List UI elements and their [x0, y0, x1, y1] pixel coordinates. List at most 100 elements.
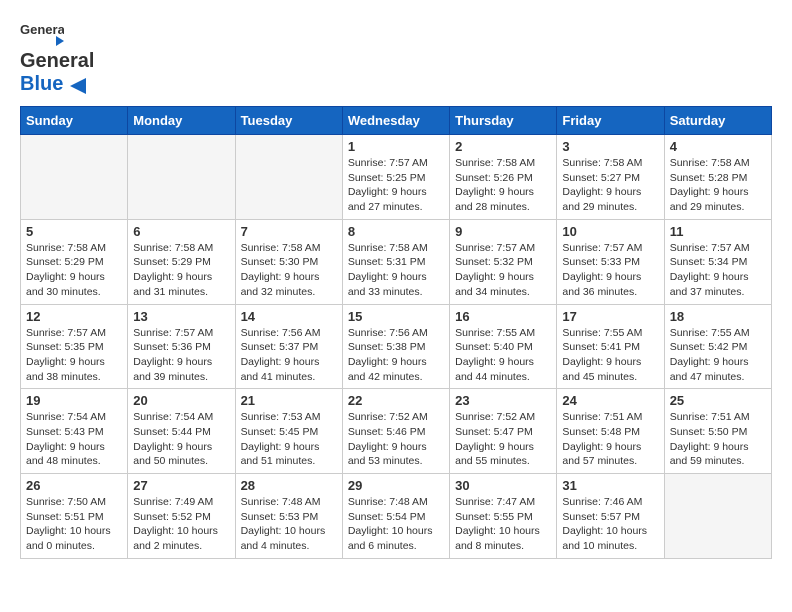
day-info: Sunrise: 7:58 AM Sunset: 5:31 PM Dayligh…	[348, 241, 444, 300]
logo-svg: General	[20, 20, 64, 50]
logo-blue: Blue	[20, 73, 63, 95]
day-number: 17	[562, 309, 658, 324]
calendar-cell: 31 Sunrise: 7:46 AM Sunset: 5:57 PM Dayli…	[557, 474, 664, 559]
day-info: Sunrise: 7:57 AM Sunset: 5:33 PM Dayligh…	[562, 241, 658, 300]
day-number: 20	[133, 393, 229, 408]
calendar-cell: 17 Sunrise: 7:55 AM Sunset: 5:41 PM Dayli…	[557, 304, 664, 389]
day-number: 18	[670, 309, 766, 324]
day-info: Sunrise: 7:51 AM Sunset: 5:50 PM Dayligh…	[670, 410, 766, 469]
day-number: 15	[348, 309, 444, 324]
day-info: Sunrise: 7:57 AM Sunset: 5:35 PM Dayligh…	[26, 326, 122, 385]
day-info: Sunrise: 7:55 AM Sunset: 5:41 PM Dayligh…	[562, 326, 658, 385]
day-of-week-header: Tuesday	[235, 107, 342, 135]
day-info: Sunrise: 7:58 AM Sunset: 5:26 PM Dayligh…	[455, 156, 551, 215]
day-number: 25	[670, 393, 766, 408]
calendar-cell: 10Sunrise: 7:57 AM Sunset: 5:33 PM Dayli…	[557, 219, 664, 304]
calendar-cell: 14Sunrise: 7:56 AM Sunset: 5:37 PM Dayli…	[235, 304, 342, 389]
day-info: Sunrise: 7:57 AM Sunset: 5:34 PM Dayligh…	[670, 241, 766, 300]
logo: General General Blue	[20, 20, 94, 96]
day-number: 1	[348, 139, 444, 154]
day-number: 28	[241, 478, 337, 493]
calendar-cell: 19 Sunrise: 7:54 AM Sunset: 5:43 PM Dayli…	[21, 389, 128, 474]
day-of-week-header: Sunday	[21, 107, 128, 135]
day-of-week-header: Wednesday	[342, 107, 449, 135]
calendar-table: SundayMondayTuesdayWednesdayThursdayFrid…	[20, 106, 772, 559]
calendar-cell: 29 Sunrise: 7:48 AM Sunset: 5:54 PM Dayli…	[342, 474, 449, 559]
calendar-cell: 6 Sunrise: 7:58 AM Sunset: 5:29 PM Daylig…	[128, 219, 235, 304]
day-number: 27	[133, 478, 229, 493]
calendar-cell: 23Sunrise: 7:52 AM Sunset: 5:47 PM Dayli…	[450, 389, 557, 474]
day-info: Sunrise: 7:50 AM Sunset: 5:51 PM Dayligh…	[26, 495, 122, 554]
calendar-cell: 21Sunrise: 7:53 AM Sunset: 5:45 PM Dayli…	[235, 389, 342, 474]
day-number: 9	[455, 224, 551, 239]
calendar-cell: 20Sunrise: 7:54 AM Sunset: 5:44 PM Dayli…	[128, 389, 235, 474]
day-number: 26	[26, 478, 122, 493]
day-number: 19	[26, 393, 122, 408]
calendar-cell: 15 Sunrise: 7:56 AM Sunset: 5:38 PM Dayli…	[342, 304, 449, 389]
day-info: Sunrise: 7:57 AM Sunset: 5:25 PM Dayligh…	[348, 156, 444, 215]
calendar-cell: 26 Sunrise: 7:50 AM Sunset: 5:51 PM Dayli…	[21, 474, 128, 559]
day-number: 22	[348, 393, 444, 408]
day-info: Sunrise: 7:57 AM Sunset: 5:32 PM Dayligh…	[455, 241, 551, 300]
day-number: 6	[133, 224, 229, 239]
day-number: 13	[133, 309, 229, 324]
day-of-week-header: Friday	[557, 107, 664, 135]
day-info: Sunrise: 7:54 AM Sunset: 5:43 PM Dayligh…	[26, 410, 122, 469]
day-info: Sunrise: 7:48 AM Sunset: 5:54 PM Dayligh…	[348, 495, 444, 554]
calendar-week: 19 Sunrise: 7:54 AM Sunset: 5:43 PM Dayli…	[21, 389, 772, 474]
calendar-cell: 18Sunrise: 7:55 AM Sunset: 5:42 PM Dayli…	[664, 304, 771, 389]
header-row: SundayMondayTuesdayWednesdayThursdayFrid…	[21, 107, 772, 135]
day-info: Sunrise: 7:58 AM Sunset: 5:29 PM Dayligh…	[26, 241, 122, 300]
logo-triangle-icon	[70, 78, 86, 94]
calendar-cell: 9 Sunrise: 7:57 AM Sunset: 5:32 PM Daylig…	[450, 219, 557, 304]
calendar-cell: 8 Sunrise: 7:58 AM Sunset: 5:31 PM Daylig…	[342, 219, 449, 304]
calendar-cell	[128, 135, 235, 220]
day-info: Sunrise: 7:49 AM Sunset: 5:52 PM Dayligh…	[133, 495, 229, 554]
calendar-cell: 11 Sunrise: 7:57 AM Sunset: 5:34 PM Dayli…	[664, 219, 771, 304]
day-info: Sunrise: 7:46 AM Sunset: 5:57 PM Dayligh…	[562, 495, 658, 554]
day-info: Sunrise: 7:58 AM Sunset: 5:29 PM Dayligh…	[133, 241, 229, 300]
calendar-cell: 7 Sunrise: 7:58 AM Sunset: 5:30 PM Daylig…	[235, 219, 342, 304]
day-number: 11	[670, 224, 766, 239]
logo-general: General	[20, 50, 94, 73]
day-info: Sunrise: 7:51 AM Sunset: 5:48 PM Dayligh…	[562, 410, 658, 469]
calendar-cell: 13 Sunrise: 7:57 AM Sunset: 5:36 PM Dayli…	[128, 304, 235, 389]
calendar-cell	[21, 135, 128, 220]
day-info: Sunrise: 7:52 AM Sunset: 5:46 PM Dayligh…	[348, 410, 444, 469]
day-info: Sunrise: 7:57 AM Sunset: 5:36 PM Dayligh…	[133, 326, 229, 385]
day-number: 2	[455, 139, 551, 154]
day-info: Sunrise: 7:52 AM Sunset: 5:47 PM Dayligh…	[455, 410, 551, 469]
calendar-cell: 1 Sunrise: 7:57 AM Sunset: 5:25 PM Daylig…	[342, 135, 449, 220]
day-info: Sunrise: 7:58 AM Sunset: 5:28 PM Dayligh…	[670, 156, 766, 215]
day-number: 30	[455, 478, 551, 493]
day-number: 24	[562, 393, 658, 408]
day-info: Sunrise: 7:56 AM Sunset: 5:38 PM Dayligh…	[348, 326, 444, 385]
day-number: 31	[562, 478, 658, 493]
day-info: Sunrise: 7:55 AM Sunset: 5:40 PM Dayligh…	[455, 326, 551, 385]
day-number: 29	[348, 478, 444, 493]
day-number: 5	[26, 224, 122, 239]
svg-text:General: General	[20, 22, 64, 37]
calendar-cell: 3Sunrise: 7:58 AM Sunset: 5:27 PM Daylig…	[557, 135, 664, 220]
day-number: 4	[670, 139, 766, 154]
calendar-cell: 16 Sunrise: 7:55 AM Sunset: 5:40 PM Dayli…	[450, 304, 557, 389]
calendar-week: 5 Sunrise: 7:58 AM Sunset: 5:29 PM Daylig…	[21, 219, 772, 304]
calendar-cell: 30Sunrise: 7:47 AM Sunset: 5:55 PM Dayli…	[450, 474, 557, 559]
calendar-cell: 24 Sunrise: 7:51 AM Sunset: 5:48 PM Dayli…	[557, 389, 664, 474]
day-number: 7	[241, 224, 337, 239]
day-number: 21	[241, 393, 337, 408]
day-number: 14	[241, 309, 337, 324]
calendar-cell: 25 Sunrise: 7:51 AM Sunset: 5:50 PM Dayli…	[664, 389, 771, 474]
day-info: Sunrise: 7:58 AM Sunset: 5:27 PM Dayligh…	[562, 156, 658, 215]
day-info: Sunrise: 7:48 AM Sunset: 5:53 PM Dayligh…	[241, 495, 337, 554]
calendar-cell	[664, 474, 771, 559]
calendar-cell: 12Sunrise: 7:57 AM Sunset: 5:35 PM Dayli…	[21, 304, 128, 389]
day-info: Sunrise: 7:58 AM Sunset: 5:30 PM Dayligh…	[241, 241, 337, 300]
calendar-week: 12Sunrise: 7:57 AM Sunset: 5:35 PM Dayli…	[21, 304, 772, 389]
day-number: 8	[348, 224, 444, 239]
page-header: General General Blue	[20, 20, 772, 96]
calendar-cell	[235, 135, 342, 220]
day-number: 16	[455, 309, 551, 324]
day-of-week-header: Thursday	[450, 107, 557, 135]
calendar-week: 1 Sunrise: 7:57 AM Sunset: 5:25 PM Daylig…	[21, 135, 772, 220]
